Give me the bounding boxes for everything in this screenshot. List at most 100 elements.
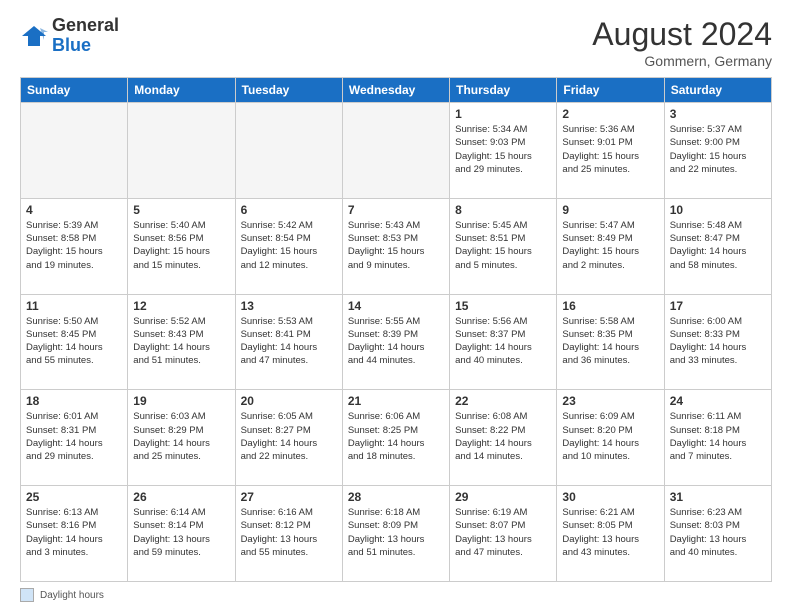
day-info: Sunrise: 5:43 AMSunset: 8:53 PMDaylight:… bbox=[348, 219, 444, 272]
month-year: August 2024 bbox=[592, 16, 772, 53]
day-header-wednesday: Wednesday bbox=[342, 78, 449, 103]
day-header-saturday: Saturday bbox=[664, 78, 771, 103]
day-header-tuesday: Tuesday bbox=[235, 78, 342, 103]
calendar-week-4: 25 Sunrise: 6:13 AMSunset: 8:16 PMDayligh… bbox=[21, 486, 772, 582]
day-info: Sunrise: 6:01 AMSunset: 8:31 PMDaylight:… bbox=[26, 410, 122, 463]
calendar-cell: 10Sunrise: 5:48 AMSunset: 8:47 PMDayligh… bbox=[664, 198, 771, 294]
calendar-cell: 7 Sunrise: 5:43 AMSunset: 8:53 PMDaylight… bbox=[342, 198, 449, 294]
day-number: 5 bbox=[133, 203, 229, 217]
calendar-cell: 8 Sunrise: 5:45 AMSunset: 8:51 PMDaylight… bbox=[450, 198, 557, 294]
day-number: 28 bbox=[348, 490, 444, 504]
day-number: 3 bbox=[670, 107, 766, 121]
day-number: 26 bbox=[133, 490, 229, 504]
calendar: SundayMondayTuesdayWednesdayThursdayFrid… bbox=[20, 77, 772, 582]
calendar-cell: 9Sunrise: 5:47 AMSunset: 8:49 PMDaylight… bbox=[557, 198, 664, 294]
day-header-friday: Friday bbox=[557, 78, 664, 103]
day-number: 14 bbox=[348, 299, 444, 313]
day-info: Sunrise: 5:52 AMSunset: 8:43 PMDaylight:… bbox=[133, 315, 229, 368]
day-number: 11 bbox=[26, 299, 122, 313]
day-info: Sunrise: 6:19 AMSunset: 8:07 PMDaylight:… bbox=[455, 506, 551, 559]
day-header-monday: Monday bbox=[128, 78, 235, 103]
calendar-cell: 29Sunrise: 6:19 AMSunset: 8:07 PMDayligh… bbox=[450, 486, 557, 582]
day-info: Sunrise: 6:05 AMSunset: 8:27 PMDaylight:… bbox=[241, 410, 337, 463]
day-info: Sunrise: 6:16 AMSunset: 8:12 PMDaylight:… bbox=[241, 506, 337, 559]
calendar-week-3: 18Sunrise: 6:01 AMSunset: 8:31 PMDayligh… bbox=[21, 390, 772, 486]
calendar-cell: 14 Sunrise: 5:55 AMSunset: 8:39 PMDayligh… bbox=[342, 294, 449, 390]
day-info: Sunrise: 6:21 AMSunset: 8:05 PMDaylight:… bbox=[562, 506, 658, 559]
day-number: 15 bbox=[455, 299, 551, 313]
calendar-cell bbox=[128, 103, 235, 199]
day-number: 12 bbox=[133, 299, 229, 313]
day-info: Sunrise: 6:18 AMSunset: 8:09 PMDaylight:… bbox=[348, 506, 444, 559]
day-number: 9 bbox=[562, 203, 658, 217]
calendar-cell: 26Sunrise: 6:14 AMSunset: 8:14 PMDayligh… bbox=[128, 486, 235, 582]
day-info: Sunrise: 5:53 AMSunset: 8:41 PMDaylight:… bbox=[241, 315, 337, 368]
header: General Blue August 2024 Gommern, German… bbox=[20, 16, 772, 69]
footer-label: Daylight hours bbox=[40, 590, 104, 601]
calendar-cell: 28 Sunrise: 6:18 AMSunset: 8:09 PMDayligh… bbox=[342, 486, 449, 582]
calendar-cell: 27 Sunrise: 6:16 AMSunset: 8:12 PMDayligh… bbox=[235, 486, 342, 582]
day-number: 22 bbox=[455, 394, 551, 408]
day-number: 13 bbox=[241, 299, 337, 313]
calendar-cell bbox=[235, 103, 342, 199]
calendar-header-row: SundayMondayTuesdayWednesdayThursdayFrid… bbox=[21, 78, 772, 103]
calendar-cell: 6Sunrise: 5:42 AMSunset: 8:54 PMDaylight… bbox=[235, 198, 342, 294]
day-info: Sunrise: 6:11 AMSunset: 8:18 PMDaylight:… bbox=[670, 410, 766, 463]
day-info: Sunrise: 5:50 AMSunset: 8:45 PMDaylight:… bbox=[26, 315, 122, 368]
day-number: 10 bbox=[670, 203, 766, 217]
logo-text: General Blue bbox=[52, 16, 119, 56]
day-number: 19 bbox=[133, 394, 229, 408]
calendar-cell: 31Sunrise: 6:23 AMSunset: 8:03 PMDayligh… bbox=[664, 486, 771, 582]
calendar-cell: 12 Sunrise: 5:52 AMSunset: 8:43 PMDayligh… bbox=[128, 294, 235, 390]
calendar-cell: 4Sunrise: 5:39 AMSunset: 8:58 PMDaylight… bbox=[21, 198, 128, 294]
calendar-cell: 25 Sunrise: 6:13 AMSunset: 8:16 PMDayligh… bbox=[21, 486, 128, 582]
day-number: 1 bbox=[455, 107, 551, 121]
day-info: Sunrise: 6:03 AMSunset: 8:29 PMDaylight:… bbox=[133, 410, 229, 463]
page: General Blue August 2024 Gommern, German… bbox=[0, 0, 792, 612]
calendar-cell: 11 Sunrise: 5:50 AMSunset: 8:45 PMDayligh… bbox=[21, 294, 128, 390]
day-number: 31 bbox=[670, 490, 766, 504]
footer: Daylight hours bbox=[20, 588, 772, 602]
calendar-cell: 19 Sunrise: 6:03 AMSunset: 8:29 PMDayligh… bbox=[128, 390, 235, 486]
calendar-cell: 1 Sunrise: 5:34 AMSunset: 9:03 PMDaylight… bbox=[450, 103, 557, 199]
day-header-thursday: Thursday bbox=[450, 78, 557, 103]
daylight-box bbox=[20, 588, 34, 602]
day-info: Sunrise: 5:58 AMSunset: 8:35 PMDaylight:… bbox=[562, 315, 658, 368]
day-info: Sunrise: 5:56 AMSunset: 8:37 PMDaylight:… bbox=[455, 315, 551, 368]
day-number: 6 bbox=[241, 203, 337, 217]
day-info: Sunrise: 6:00 AMSunset: 8:33 PMDaylight:… bbox=[670, 315, 766, 368]
day-number: 4 bbox=[26, 203, 122, 217]
day-info: Sunrise: 6:06 AMSunset: 8:25 PMDaylight:… bbox=[348, 410, 444, 463]
calendar-cell: 20Sunrise: 6:05 AMSunset: 8:27 PMDayligh… bbox=[235, 390, 342, 486]
calendar-cell: 3Sunrise: 5:37 AMSunset: 9:00 PMDaylight… bbox=[664, 103, 771, 199]
day-number: 8 bbox=[455, 203, 551, 217]
calendar-cell: 5 Sunrise: 5:40 AMSunset: 8:56 PMDaylight… bbox=[128, 198, 235, 294]
calendar-week-2: 11 Sunrise: 5:50 AMSunset: 8:45 PMDayligh… bbox=[21, 294, 772, 390]
day-info: Sunrise: 6:08 AMSunset: 8:22 PMDaylight:… bbox=[455, 410, 551, 463]
day-info: Sunrise: 5:55 AMSunset: 8:39 PMDaylight:… bbox=[348, 315, 444, 368]
day-info: Sunrise: 5:40 AMSunset: 8:56 PMDaylight:… bbox=[133, 219, 229, 272]
day-number: 27 bbox=[241, 490, 337, 504]
day-info: Sunrise: 5:34 AMSunset: 9:03 PMDaylight:… bbox=[455, 123, 551, 176]
calendar-cell: 30Sunrise: 6:21 AMSunset: 8:05 PMDayligh… bbox=[557, 486, 664, 582]
logo-blue: Blue bbox=[52, 35, 91, 55]
day-header-sunday: Sunday bbox=[21, 78, 128, 103]
day-number: 23 bbox=[562, 394, 658, 408]
title-block: August 2024 Gommern, Germany bbox=[592, 16, 772, 69]
calendar-cell: 23Sunrise: 6:09 AMSunset: 8:20 PMDayligh… bbox=[557, 390, 664, 486]
day-number: 16 bbox=[562, 299, 658, 313]
calendar-cell: 22 Sunrise: 6:08 AMSunset: 8:22 PMDayligh… bbox=[450, 390, 557, 486]
day-number: 25 bbox=[26, 490, 122, 504]
calendar-cell bbox=[21, 103, 128, 199]
calendar-week-1: 4Sunrise: 5:39 AMSunset: 8:58 PMDaylight… bbox=[21, 198, 772, 294]
day-info: Sunrise: 6:13 AMSunset: 8:16 PMDaylight:… bbox=[26, 506, 122, 559]
logo-icon bbox=[20, 22, 48, 50]
calendar-cell: 24Sunrise: 6:11 AMSunset: 8:18 PMDayligh… bbox=[664, 390, 771, 486]
day-info: Sunrise: 5:45 AMSunset: 8:51 PMDaylight:… bbox=[455, 219, 551, 272]
calendar-cell: 15 Sunrise: 5:56 AMSunset: 8:37 PMDayligh… bbox=[450, 294, 557, 390]
day-number: 17 bbox=[670, 299, 766, 313]
calendar-cell: 21Sunrise: 6:06 AMSunset: 8:25 PMDayligh… bbox=[342, 390, 449, 486]
location: Gommern, Germany bbox=[592, 53, 772, 69]
day-number: 7 bbox=[348, 203, 444, 217]
calendar-cell: 16 Sunrise: 5:58 AMSunset: 8:35 PMDayligh… bbox=[557, 294, 664, 390]
